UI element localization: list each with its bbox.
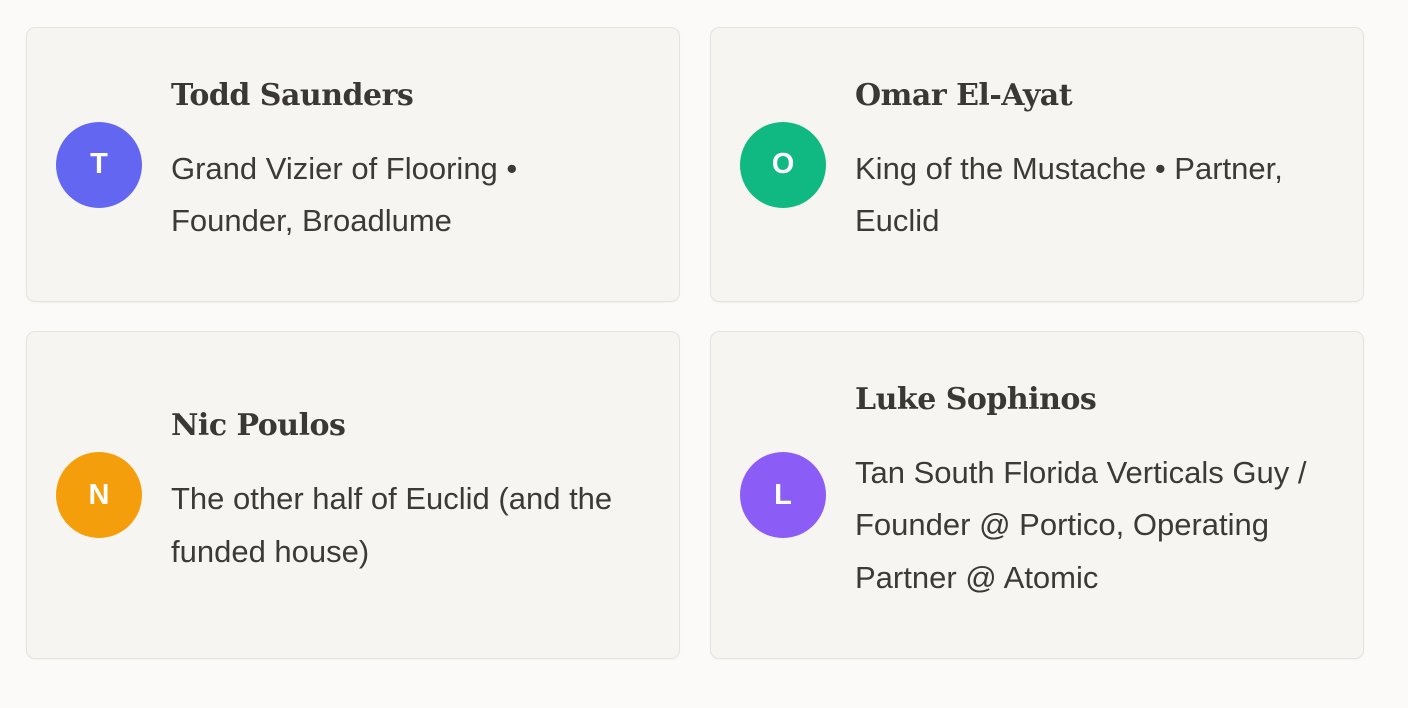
- person-name: Luke Sophinos: [855, 381, 1097, 417]
- person-info: Nic Poulos The other half of Euclid (and…: [171, 408, 649, 578]
- avatar: O: [740, 121, 826, 208]
- person-card-omar-el-ayat: O Omar El-Ayat King of the Mustache • Pa…: [710, 27, 1364, 302]
- person-card-luke-sophinos: L Luke Sophinos Tan South Florida Vertic…: [710, 331, 1364, 659]
- person-role: Grand Vizier of Flooring • Founder, Broa…: [171, 150, 518, 239]
- avatar: T: [56, 121, 142, 208]
- person-role: King of the Mustache • Partner, Euclid: [855, 150, 1283, 239]
- person-info: Todd Saunders Grand Vizier of Flooring •…: [171, 78, 649, 248]
- person-name: Todd Saunders: [171, 77, 414, 113]
- person-role: The other half of Euclid (and the funded…: [171, 481, 613, 569]
- avatar: L: [740, 452, 826, 538]
- people-grid: T Todd Saunders Grand Vizier of Flooring…: [26, 27, 1364, 659]
- person-name: Omar El-Ayat: [855, 77, 1073, 113]
- person-info: Luke Sophinos Tan South Florida Vertical…: [855, 382, 1333, 605]
- person-name: Nic Poulos: [171, 408, 346, 443]
- person-card-todd-saunders: T Todd Saunders Grand Vizier of Flooring…: [26, 27, 680, 302]
- person-role: Tan South Florida Verticals Guy / Founde…: [855, 454, 1307, 595]
- avatar: N: [56, 452, 142, 538]
- person-info: Omar El-Ayat King of the Mustache • Part…: [855, 78, 1333, 248]
- person-card-nic-poulos: N Nic Poulos The other half of Euclid (a…: [26, 331, 680, 659]
